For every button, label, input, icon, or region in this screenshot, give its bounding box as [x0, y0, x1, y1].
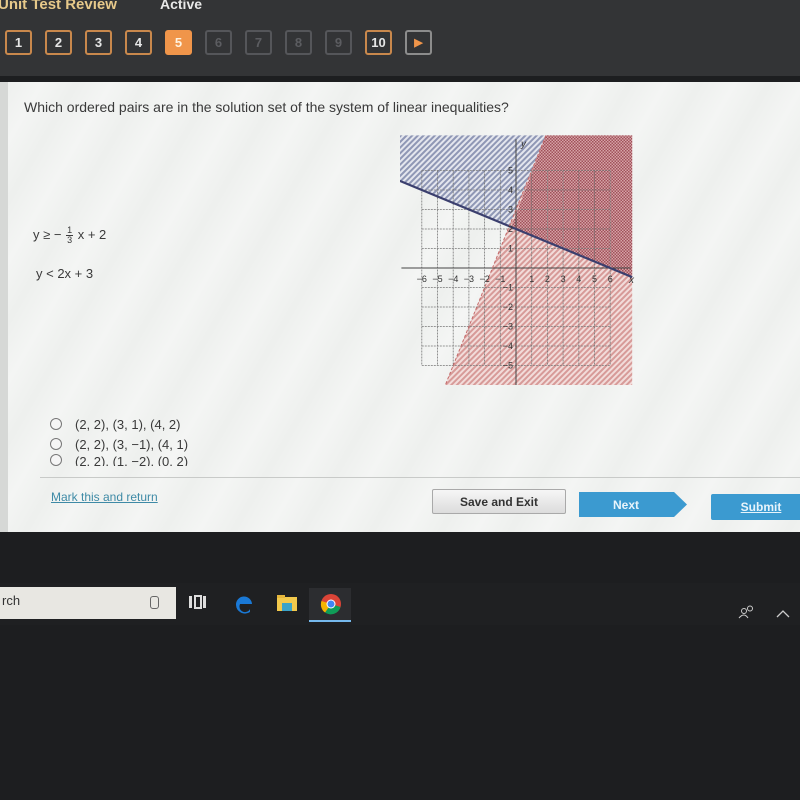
y-tick-label: −2	[503, 302, 513, 312]
answer-choices: (2, 2), (3, 1), (4, 2) (2, 2), (3, −1), …	[50, 414, 188, 466]
next-button[interactable]: Next	[579, 492, 687, 517]
question-nav-7: 7	[245, 30, 272, 55]
x-tick-label: 2	[545, 274, 550, 284]
question-nav-9: 9	[325, 30, 352, 55]
question-navigation: 1 2 3 4 5 6 7 8 9 10 ▶	[5, 30, 432, 55]
question-nav-2[interactable]: 2	[45, 30, 72, 55]
question-nav-4[interactable]: 4	[125, 30, 152, 55]
x-tick-label: −4	[448, 274, 458, 284]
inequality-2: y < 2x + 3	[36, 266, 94, 281]
answer-choice-1[interactable]: (2, 2), (3, 1), (4, 2)	[50, 414, 188, 434]
x-tick-label: 3	[561, 274, 566, 284]
y-tick-label: 4	[508, 185, 513, 195]
panel-edge	[0, 82, 8, 532]
question-nav-6: 6	[205, 30, 232, 55]
chrome-browser-icon[interactable]	[320, 593, 342, 615]
taskbar-search-text: rch	[2, 593, 21, 608]
y-tick-label: 5	[508, 166, 513, 176]
y-tick-label: −3	[503, 322, 513, 332]
x-tick-label: 5	[592, 274, 597, 284]
question-text: Which ordered pairs are in the solution …	[24, 99, 509, 115]
question-nav-1[interactable]: 1	[5, 30, 32, 55]
x-tick-label: −5	[432, 274, 442, 284]
x-tick-label: 6	[608, 274, 613, 284]
y-axis-label: y	[520, 139, 527, 150]
question-nav-8: 8	[285, 30, 312, 55]
answer-choice-text: (2, 2), (3, 1), (4, 2)	[75, 416, 181, 432]
edge-browser-icon[interactable]	[233, 593, 255, 615]
radio-button[interactable]	[50, 454, 62, 466]
active-app-indicator	[309, 620, 351, 622]
y-tick-label: −1	[503, 283, 513, 293]
y-tick-label: −4	[503, 341, 513, 351]
answer-choice-text: (2, 2), (1, −2), (0, 2)	[75, 454, 189, 466]
x-tick-label: 1	[529, 274, 534, 284]
test-title: Unit Test Review	[0, 0, 117, 13]
question-nav-3[interactable]: 3	[85, 30, 112, 55]
fraction: 1 3	[66, 226, 74, 245]
x-tick-label: 4	[576, 274, 581, 284]
x-tick-label: −3	[464, 274, 474, 284]
footer-divider	[40, 477, 800, 478]
radio-button[interactable]	[50, 438, 62, 450]
x-axis-label: x	[628, 275, 635, 286]
microphone-icon[interactable]	[150, 596, 159, 609]
radio-button[interactable]	[50, 418, 62, 430]
inequality-1: y ≥ − 1 3 x + 2	[33, 226, 106, 245]
file-explorer-icon[interactable]	[276, 593, 298, 613]
chevron-up-icon[interactable]	[776, 610, 790, 618]
answer-choice-text: (2, 2), (3, −1), (4, 1)	[75, 436, 189, 452]
question-nav-10[interactable]: 10	[365, 30, 392, 55]
x-tick-label: −2	[479, 274, 489, 284]
y-tick-label: 1	[508, 244, 513, 254]
task-view-icon[interactable]	[188, 593, 208, 613]
fraction-denominator: 3	[67, 235, 73, 245]
inequality-graph: −6 −5 −4 −3 −2 −1 1 2 3 4 5 654321−1−2−3−4−5xy	[400, 135, 635, 385]
submit-button[interactable]: Submit	[711, 494, 800, 520]
question-nav-5[interactable]: 5	[165, 30, 192, 55]
inequality-1-lhs: y ≥ −	[33, 226, 62, 242]
mark-and-return-link[interactable]: Mark this and return	[51, 490, 158, 504]
save-and-exit-button[interactable]: Save and Exit	[432, 489, 566, 514]
y-tick-label: 2	[508, 224, 513, 234]
answer-choice-3[interactable]: (2, 2), (1, −2), (0, 2)	[50, 454, 188, 466]
next-question-arrow-icon[interactable]: ▶	[405, 30, 432, 55]
y-tick-label: −5	[503, 361, 513, 371]
answer-choice-2[interactable]: (2, 2), (3, −1), (4, 1)	[50, 434, 188, 454]
people-icon[interactable]	[738, 605, 756, 619]
x-tick-label: −6	[417, 274, 427, 284]
test-status: Active	[160, 0, 203, 12]
y-tick-label: 3	[508, 205, 513, 215]
inequality-1-rhs: x + 2	[77, 226, 107, 242]
